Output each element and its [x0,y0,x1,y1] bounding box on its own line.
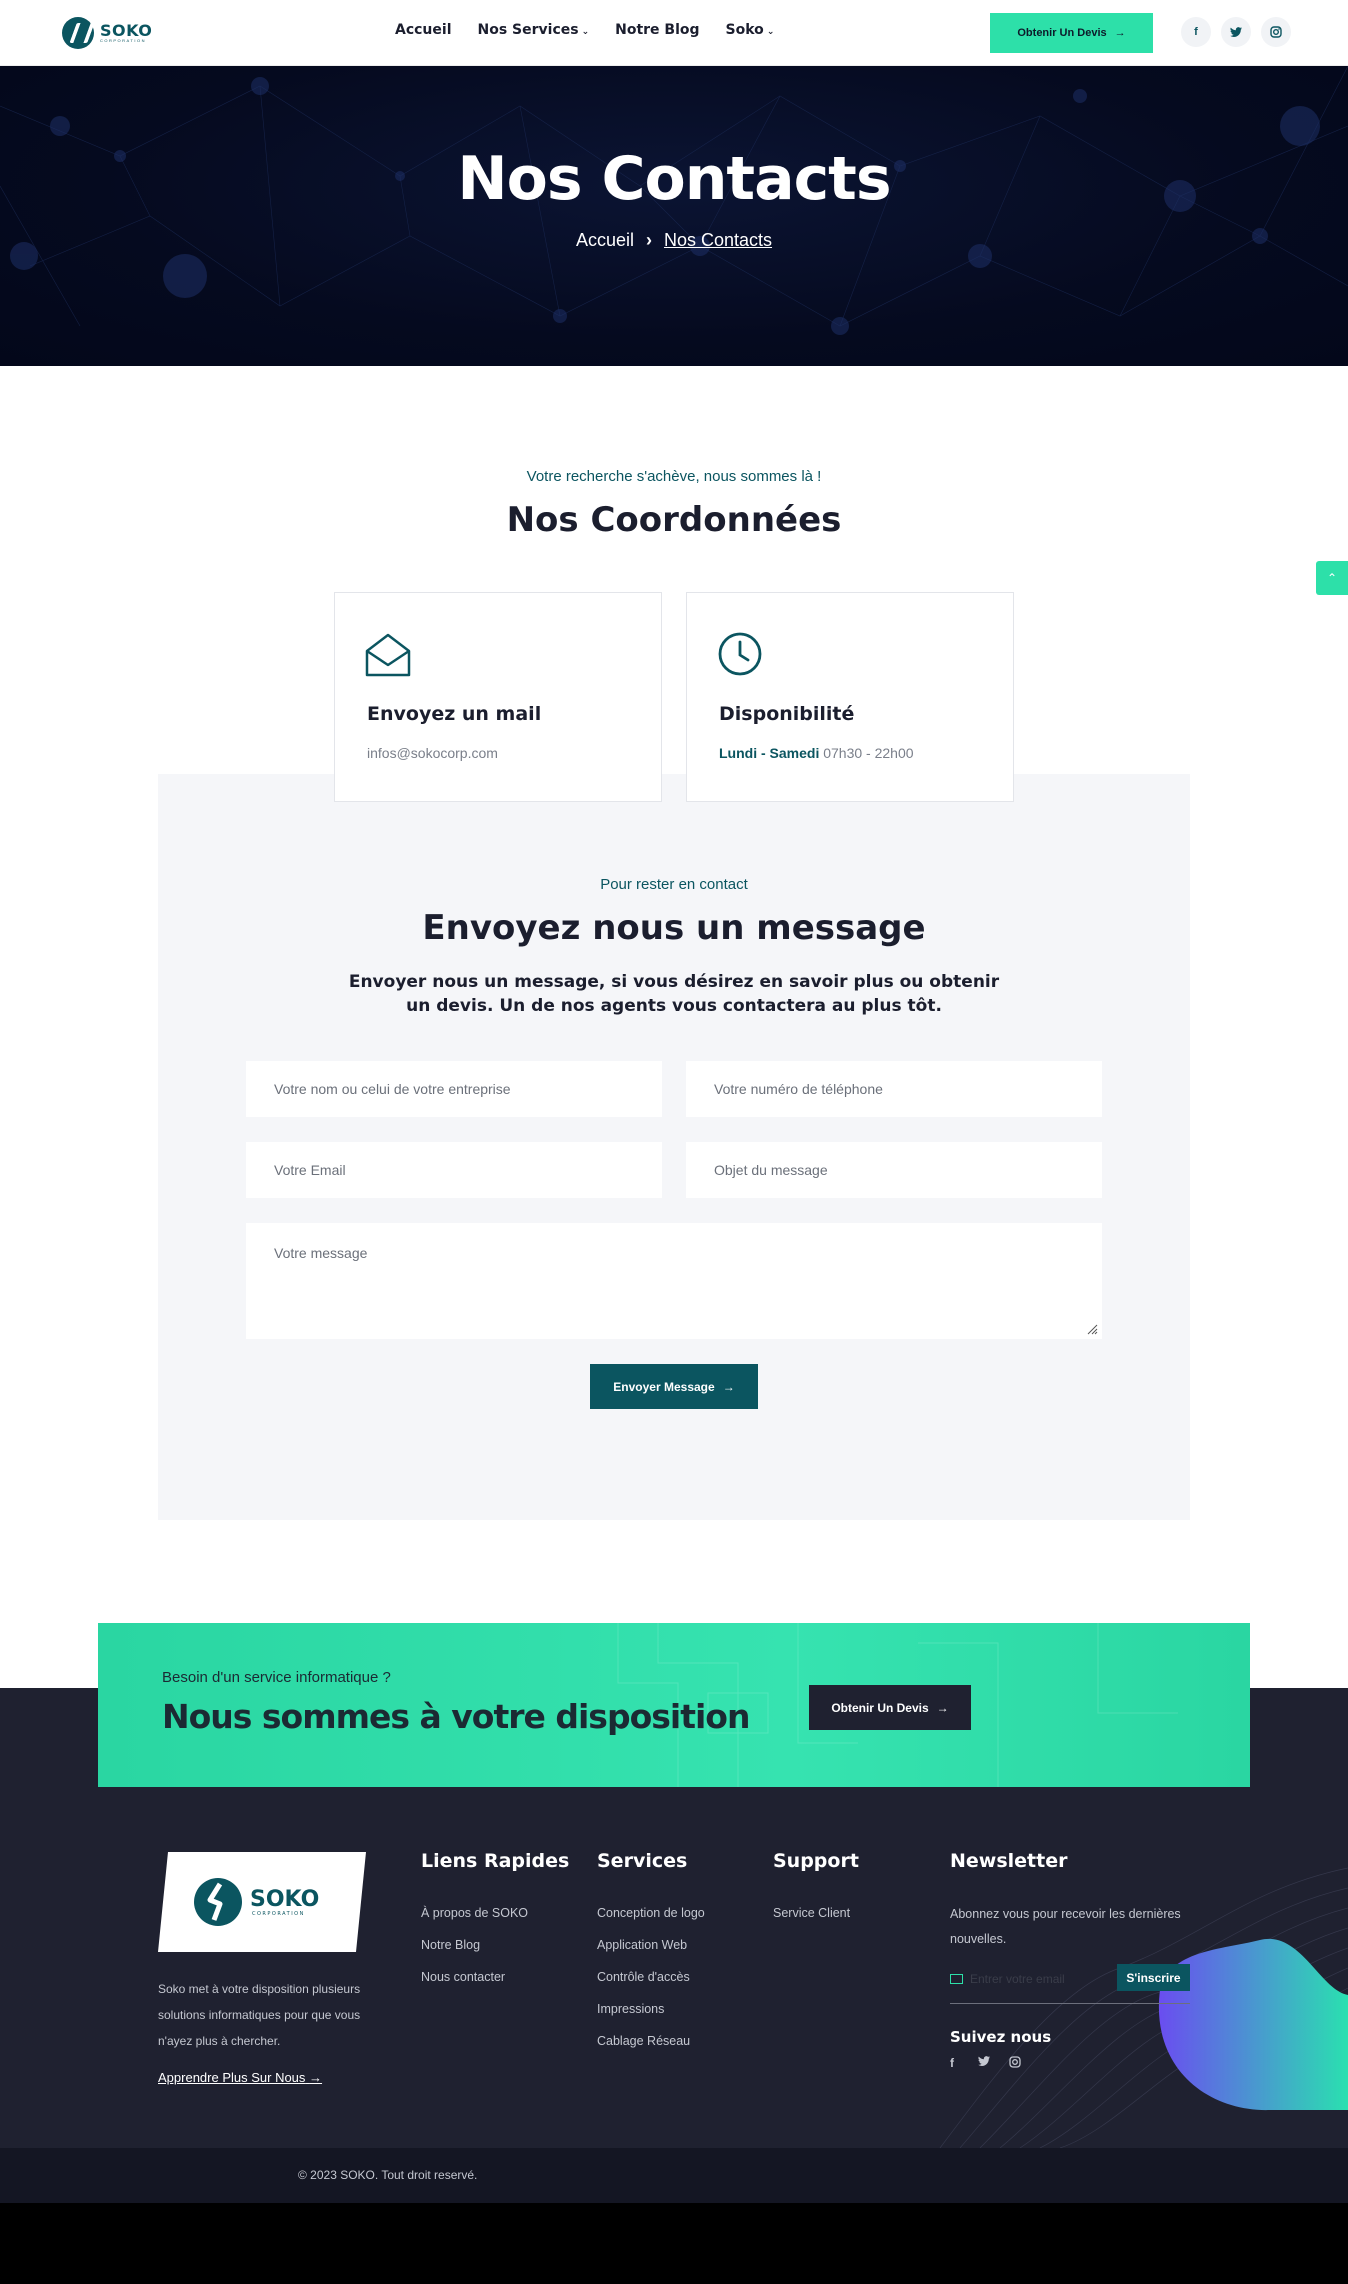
support-title: Support [773,1850,859,1872]
footer-logo[interactable]: SOKO CORPORATION [158,1852,366,1952]
arrow-right-icon: → [1114,27,1126,39]
email-input[interactable]: Votre Email [246,1142,662,1198]
card-title: Envoyez un mail [367,703,542,725]
chevron-down-icon: ⌄ [581,27,590,37]
page-bottom-blank [0,2203,1348,2284]
facebook-icon[interactable]: f [950,2056,954,2070]
coords-title: Nos Coordonnées [506,500,842,540]
quick-link-blog[interactable]: Notre Blog [421,1938,480,1952]
nav-nos-services[interactable]: Nos Services ⌄ [478,22,590,38]
form-subtitle: Pour rester en contact [600,876,748,893]
site-logo[interactable]: SOKO CORPORATION [62,16,152,50]
contact-card-availability: Disponibilité Lundi - Samedi 07h30 - 22h… [686,592,1014,802]
card-days: Lundi - Samedi [719,745,820,761]
name-input[interactable]: Votre nom ou celui de votre entreprise [246,1061,662,1117]
newsletter-placeholder: Entrer votre email [970,1972,1065,1986]
subject-input[interactable]: Objet du message [686,1142,1102,1198]
logo-name: SOKO [100,21,153,40]
nav-soko[interactable]: Soko ⌄ [726,22,775,38]
facebook-icon[interactable]: f [1181,17,1211,47]
support-link-client[interactable]: Service Client [773,1906,850,1920]
footer-logo-sub: CORPORATION [252,1911,305,1917]
breadcrumb-current[interactable]: Nos Contacts [664,230,772,250]
form-lead: Envoyer nous un message, si vous désirez… [348,972,1000,1016]
subscribe-button[interactable]: S'inscrire [1117,1964,1190,1991]
copyright-bar: © 2023 SOKO. Tout droit reservé. [0,2148,1348,2203]
quick-links-title: Liens Rapides [421,1850,570,1872]
follow-title: Suivez nous [950,2028,1052,2046]
breadcrumb: Accueil › Nos Contacts [0,230,1348,251]
envelope-icon [950,1974,963,1984]
logo-mark-icon [62,17,94,49]
arrow-right-icon: → [936,1700,949,1715]
cta-banner: Besoin d'un service informatique ? Nous … [98,1623,1250,1787]
breadcrumb-home[interactable]: Accueil [576,230,634,250]
main-nav: Accueil Nos Services ⌄ Notre Blog Soko ⌄ [395,22,800,38]
footer-logo-text: SOKO [250,1887,319,1912]
services-title: Services [597,1850,688,1872]
copyright-text: © 2023 SOKO. Tout droit reservé. [298,2168,478,2182]
arrow-right-icon: → [722,1379,735,1394]
card-title: Disponibilité [719,703,855,725]
quick-link-about[interactable]: À propos de SOKO [421,1906,528,1920]
resize-handle-icon[interactable] [1086,1323,1098,1335]
page-title: Nos Contacts [457,144,891,214]
logo-sub: CORPORATION [100,38,146,43]
network-background [0,66,1348,335]
chevron-down-icon: ⌄ [766,27,775,37]
send-message-button[interactable]: Envoyer Message → [590,1364,758,1409]
arrow-right-icon: → [309,2070,323,2085]
instagram-icon[interactable] [1261,17,1291,47]
site-header: SOKO CORPORATION Accueil Nos Services ⌄ N… [0,0,1348,66]
newsletter-text: Abonnez vous pour recevoir les dernières… [950,1907,1181,1946]
instagram-icon[interactable] [1009,2056,1021,2071]
coords-subtitle: Votre recherche s'achève, nous sommes là… [526,468,822,485]
form-title: Envoyez nous un message [422,908,926,948]
twitter-icon[interactable] [978,2056,990,2070]
service-link-network[interactable]: Cablage Réseau [597,2034,690,2048]
footer-about: Soko met à votre disposition plusieurs s… [158,1982,361,2048]
service-link-access[interactable]: Contrôle d'accès [597,1970,690,1984]
phone-input[interactable]: Votre numéro de téléphone [686,1061,1102,1117]
page: SOKO CORPORATION Accueil Nos Services ⌄ N… [0,0,1348,2284]
chevron-right-icon: › [645,230,652,250]
banner-quote-button[interactable]: Obtenir Un Devis → [809,1685,971,1730]
mail-open-icon [365,633,411,677]
get-quote-button[interactable]: Obtenir Un Devis → [990,13,1153,53]
hero-banner: Nos Contacts Accueil › Nos Contacts [0,66,1348,366]
service-link-webapp[interactable]: Application Web [597,1938,687,1952]
card-time: 07h30 - 22h00 [823,745,914,761]
clock-icon [718,632,762,676]
contact-card-mail: Envoyez un mail infos@sokocorp.com [334,592,662,802]
card-email[interactable]: infos@sokocorp.com [367,745,498,761]
service-link-print[interactable]: Impressions [597,2002,664,2016]
banner-title: Nous sommes à votre disposition [162,1697,750,1736]
double-chevron-up-icon: ⌃ [1326,571,1338,585]
message-textarea[interactable]: Votre message [246,1223,1102,1339]
quick-link-contact[interactable]: Nous contacter [421,1970,505,1984]
about-link[interactable]: Apprendre Plus Sur Nous → [158,2070,322,2085]
nav-notre-blog[interactable]: Notre Blog [615,22,699,38]
card-hours: Lundi - Samedi 07h30 - 22h00 [719,745,914,761]
banner-subtitle: Besoin d'un service informatique ? [162,1669,391,1686]
scroll-top-button[interactable]: ⌃ [1316,561,1348,595]
twitter-icon[interactable] [1221,17,1251,47]
service-link-logo[interactable]: Conception de logo [597,1906,705,1920]
newsletter-title: Newsletter [950,1850,1068,1872]
nav-accueil[interactable]: Accueil [395,22,452,38]
